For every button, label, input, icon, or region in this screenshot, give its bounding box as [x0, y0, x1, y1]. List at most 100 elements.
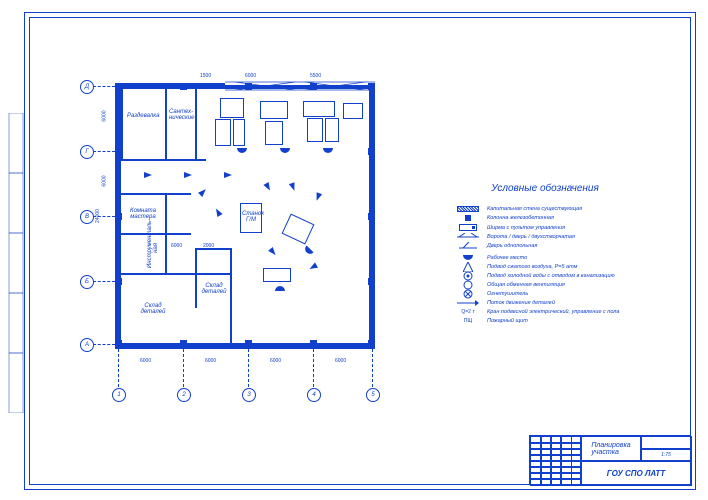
column — [368, 278, 375, 285]
legend-item: Подвод холодной воды с отводом в канализ… — [455, 273, 705, 279]
flow-arrow — [268, 247, 278, 257]
dimension: 6000 — [205, 358, 216, 364]
axis-line — [118, 349, 119, 387]
equipment — [303, 101, 335, 117]
column — [180, 83, 187, 90]
column — [115, 278, 122, 285]
legend-item: Ширма с пультом управления — [455, 224, 705, 231]
room-label: Раздевалка — [127, 113, 159, 119]
legend-label: Поток движения деталей — [487, 300, 555, 306]
flow-arrow — [314, 192, 322, 202]
wall-int — [230, 248, 232, 343]
equipment — [220, 98, 244, 118]
equipment — [265, 121, 283, 145]
room-label: Склад деталей — [197, 283, 231, 295]
drawing-title: Планировка участка — [580, 436, 642, 462]
screen-symbol-icon — [459, 224, 477, 231]
axis-marker: В — [80, 210, 94, 224]
legend-label: Кран подвесной электрический, управление… — [487, 309, 619, 315]
legend-item: Огнетушитель — [455, 291, 705, 297]
column — [115, 340, 122, 347]
dimension: 6000 — [270, 358, 281, 364]
door-symbol-icon — [459, 242, 477, 250]
legend-label: Пожарный щит — [487, 318, 528, 324]
legend-label: Ворота / дверь / двухстворчатая — [487, 234, 575, 240]
column — [368, 83, 375, 90]
organization: ГОУ СПО ЛАТТ — [580, 460, 692, 486]
dimension: 1500 — [200, 73, 211, 79]
axis-marker: Б — [80, 275, 94, 289]
dimension: 6000 — [245, 73, 256, 79]
wall-int — [165, 193, 167, 273]
flow-arrow — [308, 262, 318, 271]
room-label: Сантех- нические — [169, 109, 193, 121]
legend-label: Огнетушитель — [487, 291, 528, 297]
column — [245, 83, 252, 90]
wall-int — [121, 159, 206, 161]
equipment — [282, 214, 315, 245]
wall-int — [121, 193, 191, 195]
room-label: Склад деталей — [133, 303, 173, 315]
legend-item: Общая обменная вентиляция — [455, 282, 705, 288]
flow-arrow — [213, 207, 222, 217]
column — [310, 340, 317, 347]
axis-line — [93, 344, 115, 345]
legend-label: Капитальная стена существующая — [487, 206, 582, 212]
axis-line — [93, 151, 115, 152]
equipment — [260, 101, 288, 119]
room-label: Комната мастера — [125, 208, 161, 220]
equipment — [307, 118, 323, 142]
column — [245, 340, 252, 347]
legend-label: Подвод холодной воды с отводом в канализ… — [487, 273, 615, 279]
workplace-icon — [302, 245, 313, 256]
equipment — [325, 118, 339, 142]
legend-label: Подвод сжатого воздуха, P=5 атм — [487, 264, 577, 270]
axis-line — [93, 86, 115, 87]
wall-int — [121, 273, 231, 275]
legend-label: Рабочее место — [487, 255, 527, 261]
axis-marker: 3 — [242, 388, 256, 402]
column — [368, 340, 375, 347]
column-symbol-icon — [465, 215, 471, 221]
axis-marker: Г — [80, 145, 94, 159]
equipment — [343, 103, 363, 119]
column — [368, 213, 375, 220]
dimension: 6000 — [335, 358, 346, 364]
flow-arrow — [289, 182, 297, 192]
column — [115, 148, 122, 155]
floor-plan: Раздевалка Сантех- нические Комната маст… — [85, 53, 405, 373]
dimension: 6000 — [102, 175, 108, 186]
flow-symbol-icon — [457, 300, 479, 306]
dimension: 2000 — [203, 243, 214, 249]
dimension: 6000 — [140, 358, 151, 364]
flow-arrow — [198, 187, 208, 197]
crane-symbol-text: Q=2 т — [455, 309, 481, 315]
legend-item: ПЩ Пожарный щит — [455, 318, 705, 324]
room-label: Станок Г/М — [242, 211, 260, 223]
axis-marker: 5 — [366, 388, 380, 402]
column — [310, 83, 317, 90]
room-label: Инструменталь- ная — [147, 228, 159, 268]
workplace-icon — [237, 148, 247, 154]
flow-arrow — [224, 172, 232, 178]
axis-marker: 1 — [112, 388, 126, 402]
dimension: 6000 — [171, 243, 182, 249]
fire-symbol-text: ПЩ — [455, 318, 481, 324]
workplace-icon — [323, 148, 333, 154]
dimension: 24000 — [95, 209, 101, 223]
column — [180, 340, 187, 347]
axis-marker: 2 — [177, 388, 191, 402]
equipment — [263, 268, 291, 282]
dimension: 6000 — [102, 110, 108, 121]
column — [368, 148, 375, 155]
equipment — [215, 119, 231, 146]
binding-margin — [5, 113, 25, 413]
legend-item: Рабочее место — [455, 255, 705, 261]
legend: Условные обозначения Капитальная стена с… — [455, 183, 705, 327]
workplace-icon — [280, 148, 290, 154]
title-block: Планировка участка 1:75 ГОУ СПО ЛАТТ — [529, 435, 691, 485]
extinguisher-symbol-icon — [463, 289, 473, 299]
flow-arrow — [184, 172, 192, 178]
axis-line — [93, 281, 115, 282]
column — [115, 83, 122, 90]
